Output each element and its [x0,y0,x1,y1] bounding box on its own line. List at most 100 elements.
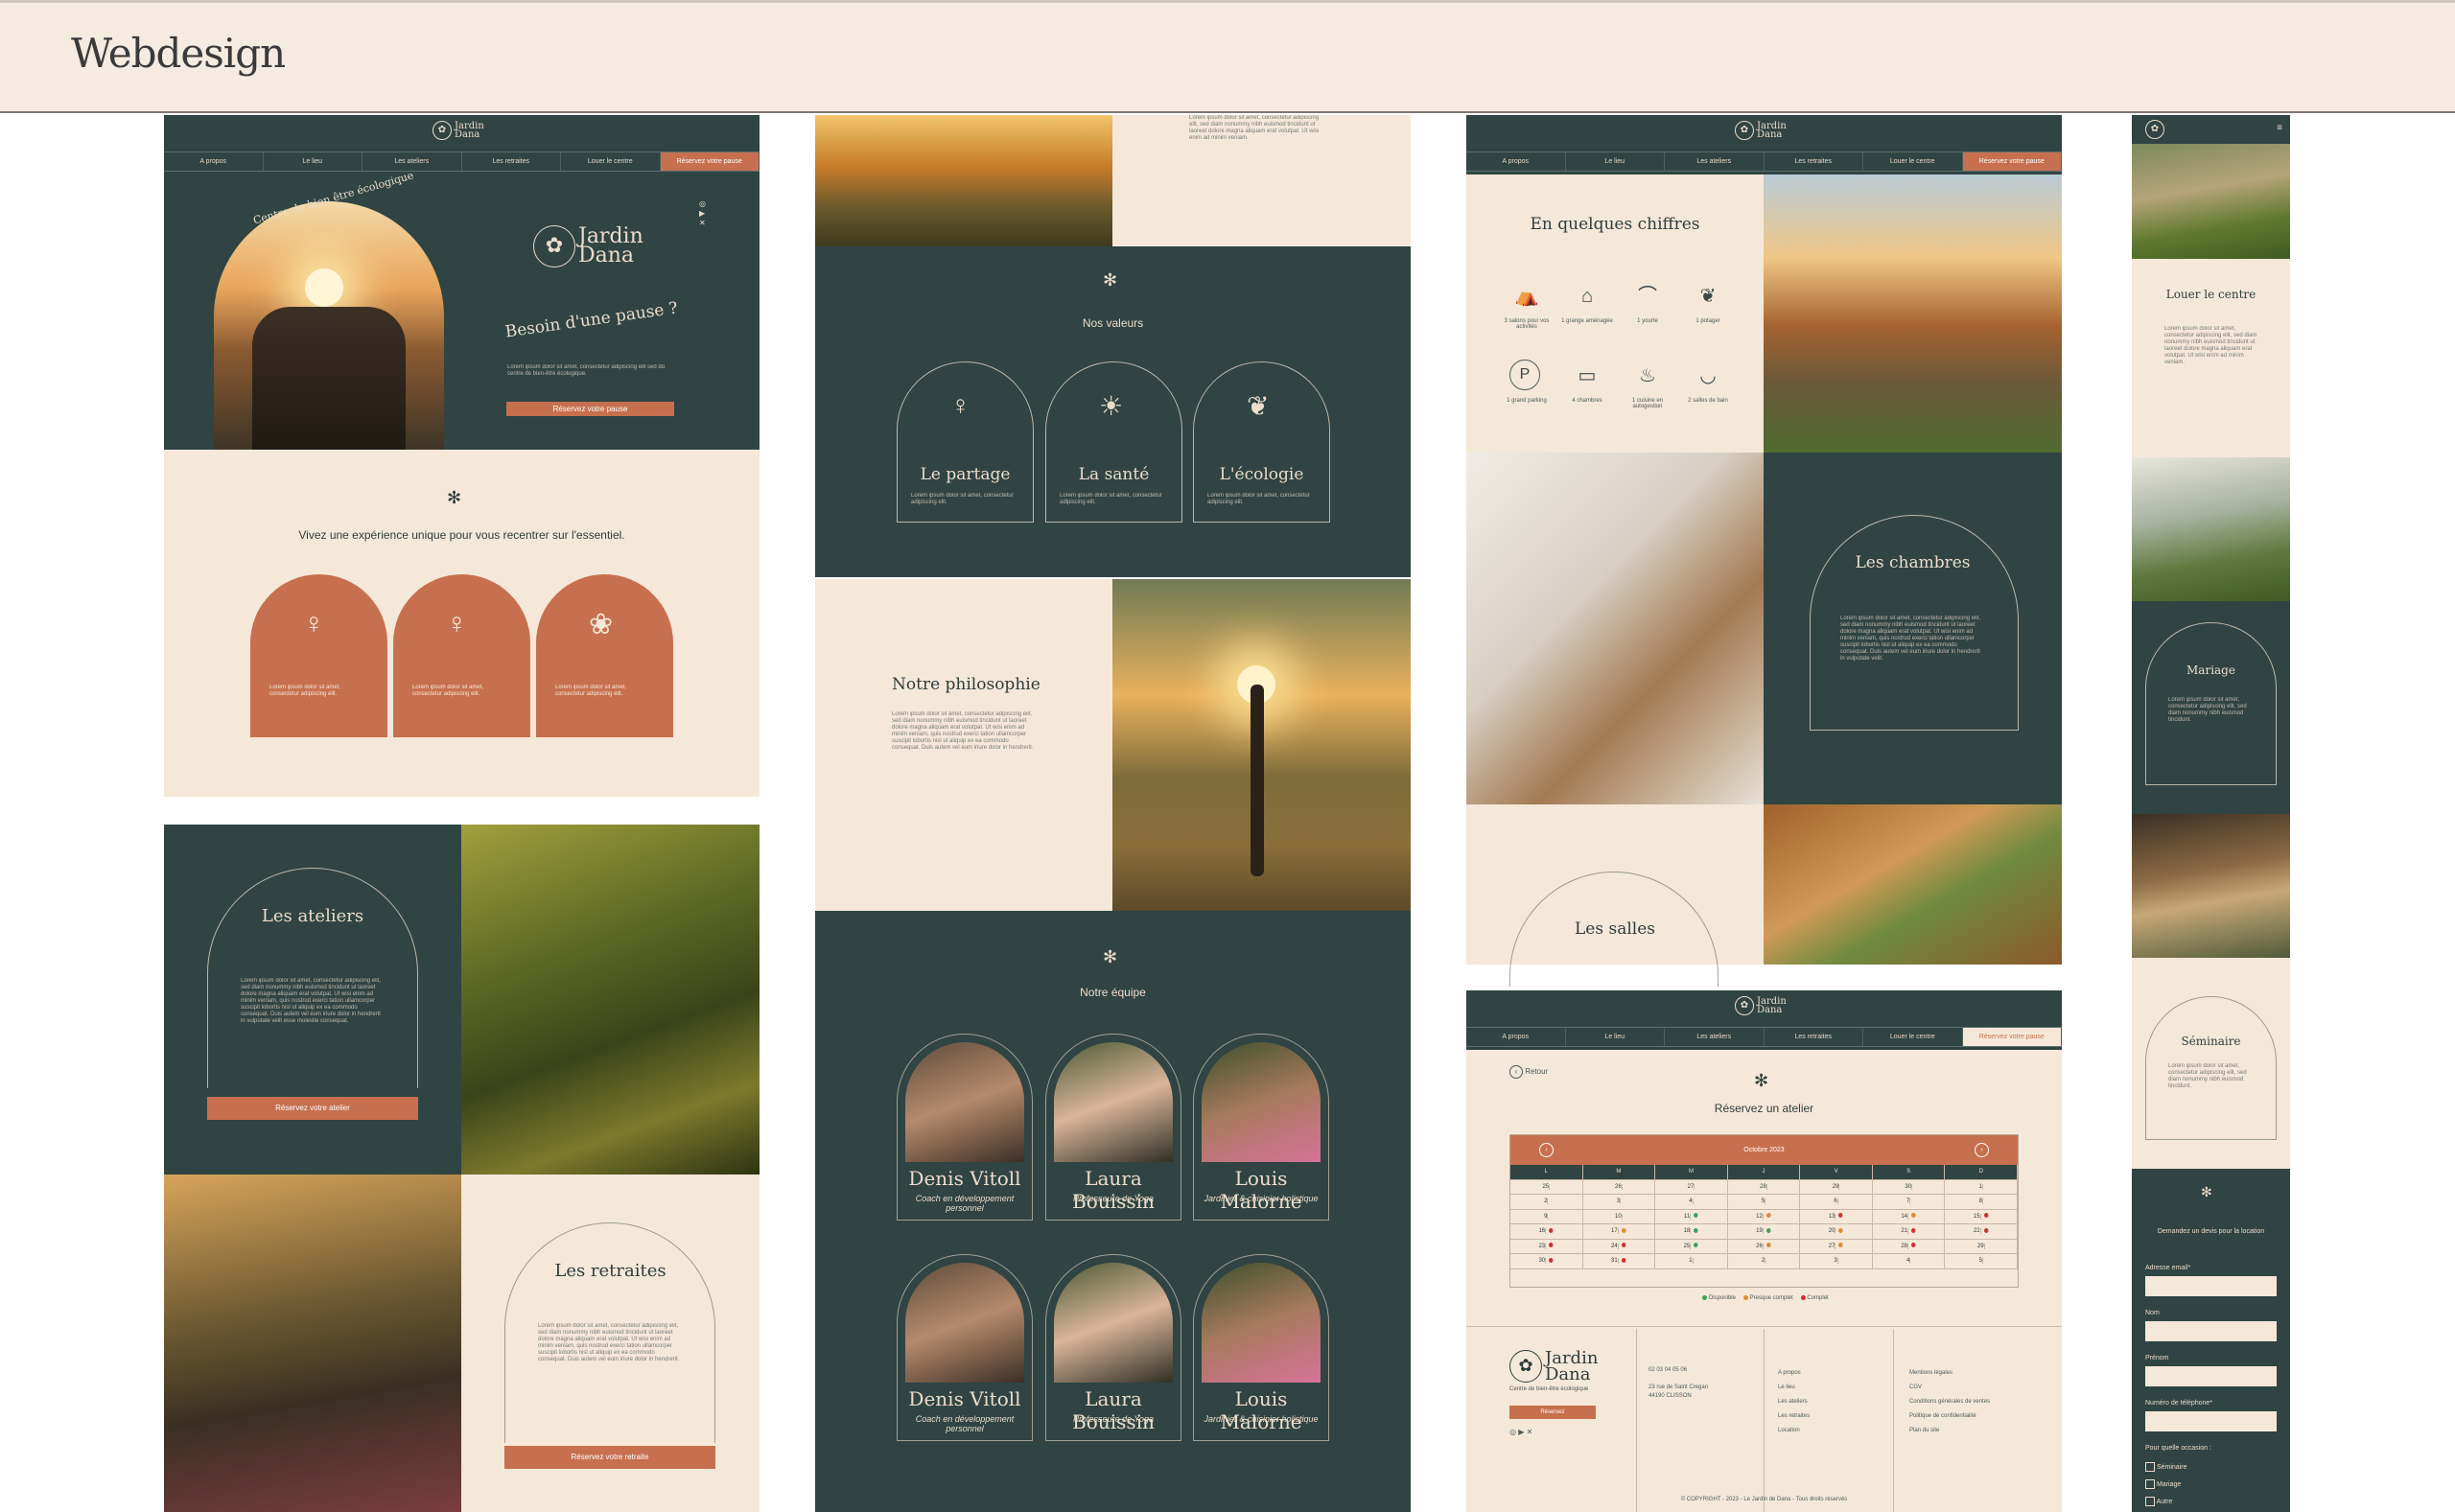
calendar-day[interactable]: 18 [1655,1224,1728,1239]
calendar-day[interactable]: 6 [1800,1195,1873,1209]
social-icons[interactable]: ◎ ▶ ✕ [699,199,706,228]
calendar-day[interactable]: 7 [1873,1195,1946,1209]
nav-item[interactable]: Les ateliers [362,152,462,171]
bath-icon: ◡ [1699,365,1717,386]
footer-link[interactable]: CGV [1909,1381,1990,1395]
calendar-day[interactable]: 26 [1728,1239,1801,1253]
nav-item[interactable]: A propos [1466,1028,1566,1046]
calendar-day[interactable]: 14 [1873,1209,1946,1223]
footer-social-icons[interactable]: ◎ ▶ ✕ [1509,1428,1532,1436]
calendar-day[interactable]: 25 [1510,1179,1583,1194]
nav-item[interactable]: Le lieu [264,152,362,171]
calendar-day[interactable]: 20 [1800,1224,1873,1239]
menu-icon[interactable]: ≡ [2277,123,2282,133]
calendar-day[interactable]: 15 [1945,1209,2019,1223]
ateliers-button[interactable]: Réservez votre atelier [207,1097,418,1120]
nav-cta[interactable]: Réservez votre pause [1962,152,2062,171]
nav-item[interactable]: Les ateliers [1665,1028,1765,1046]
footer-link[interactable]: Mentions légales [1909,1366,1990,1381]
calendar-day[interactable]: 3 [1800,1254,1873,1268]
calendar-day[interactable]: 4 [1655,1195,1728,1209]
next-month-icon[interactable]: › [1975,1143,1989,1157]
calendar-day[interactable]: 17 [1583,1224,1656,1239]
nav-item[interactable]: Les retraites [1765,152,1863,171]
calendar-day[interactable]: 19 [1728,1224,1801,1239]
email-field[interactable] [2145,1276,2277,1296]
nav-item[interactable]: Louer le centre [1863,152,1963,171]
calendar-day[interactable]: 1 [1655,1254,1728,1268]
calendar-day[interactable]: 21 [1873,1224,1946,1239]
calendar-day[interactable]: 29 [1800,1179,1873,1194]
calendar-day[interactable]: 26 [1583,1179,1656,1194]
footer-button[interactable]: Réservez [1509,1406,1596,1419]
footer-link[interactable]: A propos [1778,1366,1810,1381]
calendar-day[interactable]: 4 [1873,1254,1946,1268]
calendar-day[interactable]: 30 [1510,1254,1583,1268]
calendar-day[interactable]: 3 [1583,1195,1656,1209]
calendar-day[interactable]: 2 [1728,1254,1801,1268]
footer-link[interactable]: Le lieu [1778,1381,1810,1395]
footer-link[interactable]: Location [1778,1424,1810,1438]
availability-dot [1549,1243,1555,1248]
site-logo[interactable]: ✿ [2145,120,2164,139]
footer-logo[interactable]: ✿ Jardin Dana [1509,1350,1598,1384]
hero-button[interactable]: Réservez votre pause [506,402,674,416]
calendar-day[interactable]: 13 [1800,1209,1873,1223]
nav-item[interactable]: Louer le centre [561,152,661,171]
nav-item[interactable]: A propos [1466,152,1566,171]
footer-link[interactable]: Les ateliers [1778,1395,1810,1409]
nav-item[interactable]: Le lieu [1566,1028,1665,1046]
calendar-day[interactable]: 27 [1655,1179,1728,1194]
calendar-day[interactable]: 5 [1945,1254,2019,1268]
calendar-day[interactable]: 27 [1800,1239,1873,1253]
calendar-day-number: 20 [1828,1228,1836,1234]
calendar-day[interactable]: 2 [1510,1195,1583,1209]
calendar-day[interactable]: 5 [1728,1195,1801,1209]
site-logo[interactable]: ✿ Jardin Dana [1735,996,1787,1015]
nav-item[interactable]: Louer le centre [1863,1028,1963,1046]
first-name-field[interactable] [2145,1366,2277,1386]
calendar-day-number: 31 [1611,1258,1619,1264]
nav-item[interactable]: Les ateliers [1665,152,1765,171]
calendar-day[interactable]: 24 [1583,1239,1656,1253]
calendar-day[interactable]: 28 [1728,1179,1801,1194]
site-logo[interactable]: ✿ Jardin Dana [433,121,484,140]
calendar-day[interactable]: 9 [1510,1209,1583,1223]
nav-item[interactable]: A propos [164,152,264,171]
nav-cta[interactable]: Réservez votre pause [1962,1028,2062,1046]
phone-field[interactable] [2145,1411,2277,1431]
calendar-header: ‹ Octobre 2023 › [1510,1135,2018,1165]
calendar-day[interactable]: 25 [1655,1239,1728,1253]
rooms-title: Les chambres [1855,553,1971,572]
calendar-day[interactable]: 31 [1583,1254,1656,1268]
calendar-day[interactable]: 1 [1945,1179,2019,1194]
calendar-day[interactable]: 23 [1510,1239,1583,1253]
nav-cta[interactable]: Réservez votre pause [660,152,760,171]
nav-item[interactable]: Le lieu [1566,152,1665,171]
checkbox[interactable] [2145,1462,2155,1473]
back-link[interactable]: ‹ Retour [1509,1065,1548,1079]
last-name-field[interactable] [2145,1321,2277,1341]
nav-item[interactable]: Les retraites [1765,1028,1863,1046]
calendar-day[interactable]: 16 [1510,1224,1583,1239]
prev-month-icon[interactable]: ‹ [1539,1143,1554,1157]
calendar-day[interactable]: 8 [1945,1195,2019,1209]
checkbox[interactable] [2145,1479,2155,1490]
calendar-day[interactable]: 11 [1655,1209,1728,1223]
checkbox[interactable] [2145,1497,2155,1507]
footer-link[interactable]: Les retraites [1778,1409,1810,1424]
nav-item[interactable]: Les retraites [462,152,561,171]
rooms-section: Les chambres Lorem ipsum dolor sit amet,… [1764,453,2062,804]
calendar-day[interactable]: 22 [1945,1224,2019,1239]
footer-link[interactable]: Politique de confidentialité [1909,1409,1990,1424]
footer-link[interactable]: Conditions générales de ventes [1909,1395,1990,1409]
calendar-day[interactable]: 30 [1873,1179,1946,1194]
calendar-day[interactable]: 28 [1873,1239,1946,1253]
calendar-day[interactable]: 10 [1583,1209,1656,1223]
calendar-day[interactable]: 29 [1945,1239,2019,1253]
footer-link[interactable]: Plan du site [1909,1424,1990,1438]
footer-phone[interactable]: 02 03 04 05 06 [1648,1367,1687,1373]
calendar-day[interactable]: 12 [1728,1209,1801,1223]
retraites-button[interactable]: Réservez votre retraite [504,1446,715,1469]
site-logo[interactable]: ✿ Jardin Dana [1735,121,1787,140]
